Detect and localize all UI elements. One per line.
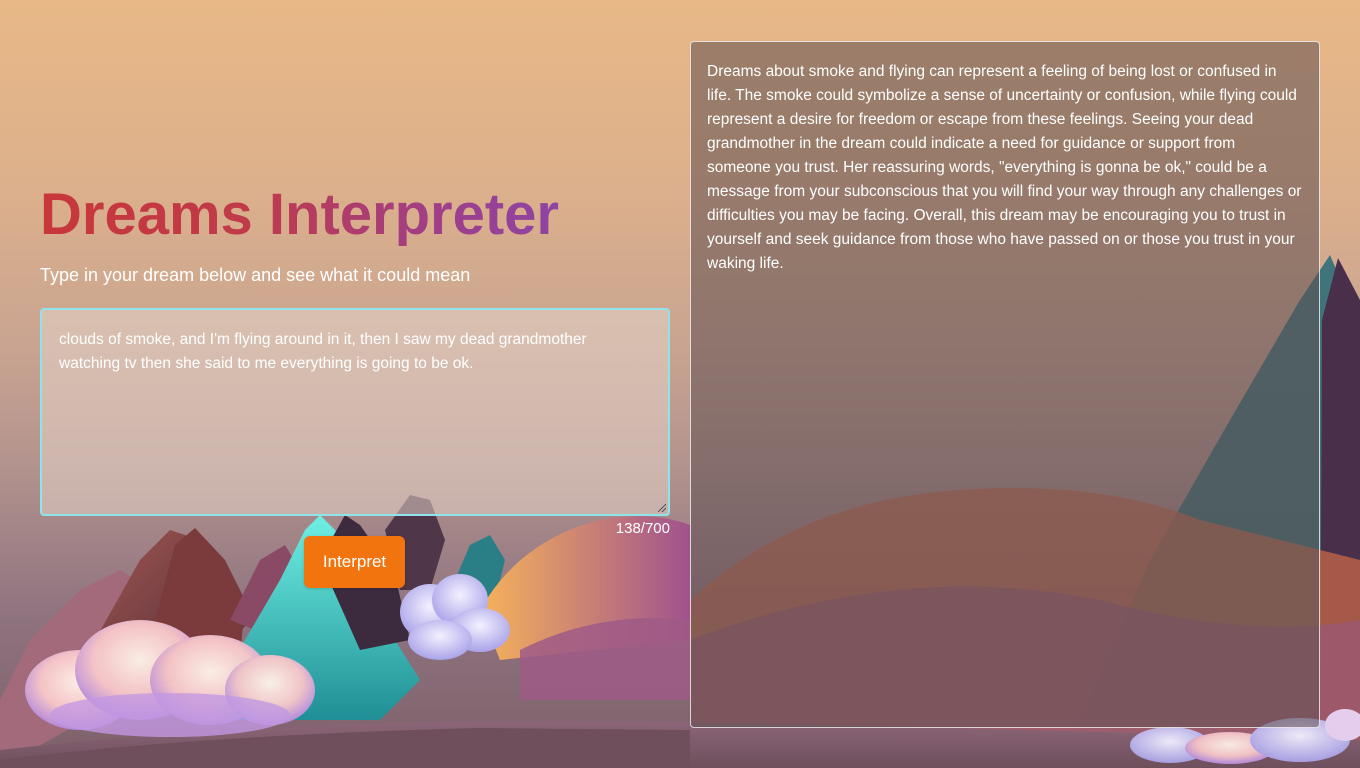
character-counter: 138/700 [615,520,670,537]
interpretation-panel: Dreams about smoke and flying can repres… [690,41,1320,728]
resize-grip-icon[interactable] [658,504,666,512]
interpretation-text: Dreams about smoke and flying can repres… [707,63,1302,272]
page-title: Dreams Interpreter [40,180,559,250]
page-subtitle: Type in your dream below and see what it… [40,265,471,285]
dream-input[interactable]: clouds of smoke, and I'm flying around i… [40,308,670,516]
interpret-button[interactable]: Interpret [304,536,405,588]
